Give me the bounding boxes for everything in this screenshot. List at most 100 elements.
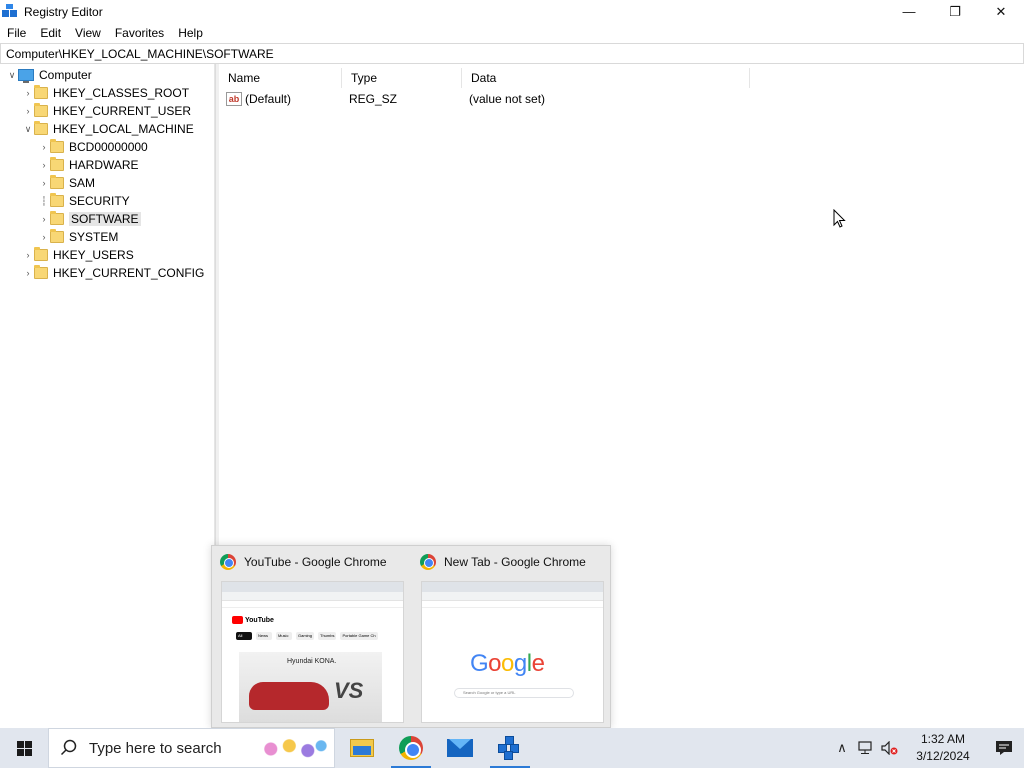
tree-item-hkey-classes-root[interactable]: › HKEY_CLASSES_ROOT <box>22 84 189 102</box>
thumbnail-youtube[interactable]: YouTube - Google Chrome YouTube All News… <box>212 546 412 729</box>
folder-icon <box>50 193 64 207</box>
folder-icon <box>50 229 64 243</box>
tree-item-hkey-current-config[interactable]: › HKEY_CURRENT_CONFIG <box>22 264 204 282</box>
registry-tree: ∨ Computer › HKEY_CLASSES_ROOT › HKEY_CU… <box>0 64 215 728</box>
chip: Thumbs <box>318 632 337 640</box>
title-bar: Registry Editor — ❐ ✕ <box>0 0 1024 23</box>
chip: Gaming <box>296 632 315 640</box>
tree-item-hkey-local-machine[interactable]: ∨ HKEY_LOCAL_MACHINE <box>22 120 194 138</box>
search-icon <box>49 739 89 757</box>
tree-item-hkey-current-user[interactable]: › HKEY_CURRENT_USER <box>22 102 191 120</box>
thumbnail-screenshot: Google Search Google or type a URL <box>421 581 604 723</box>
thumbnail-title: New Tab - Google Chrome <box>444 555 586 569</box>
tree-item-label: HKEY_LOCAL_MACHINE <box>53 122 194 136</box>
column-header-data[interactable]: Data <box>462 68 750 88</box>
window-title: Registry Editor <box>24 4 103 19</box>
menu-favorites[interactable]: Favorites <box>108 26 171 40</box>
taskbar-file-explorer[interactable] <box>338 728 386 768</box>
folder-icon <box>34 121 48 135</box>
column-header-name[interactable]: Name <box>219 68 342 88</box>
folder-icon <box>50 175 64 189</box>
tree-item-label: SECURITY <box>69 194 130 208</box>
chevron-right-icon[interactable]: › <box>38 228 50 246</box>
chevron-right-icon[interactable]: › <box>22 264 34 282</box>
menu-help[interactable]: Help <box>171 26 210 40</box>
chevron-right-icon[interactable]: › <box>22 246 34 264</box>
notification-icon[interactable] <box>984 728 1024 768</box>
clock-time: 1:32 AM <box>920 732 966 746</box>
tree-item-label: HKEY_CURRENT_CONFIG <box>53 266 205 280</box>
thumbnail-new-tab[interactable]: New Tab - Google Chrome Google Search Go… <box>412 546 612 729</box>
youtube-logo: YouTube <box>232 616 274 624</box>
tree-item-label-selected: SOFTWARE <box>69 212 141 226</box>
chevron-right-icon[interactable]: › <box>38 210 50 228</box>
folder-icon <box>50 211 64 225</box>
menu-view[interactable]: View <box>68 26 108 40</box>
chip: News <box>256 632 272 640</box>
address-bar[interactable]: Computer\HKEY_LOCAL_MACHINE\SOFTWARE <box>0 43 1024 64</box>
ad-banner: Hyundai KONA. VS <box>239 652 382 722</box>
registry-editor-icon <box>498 736 522 760</box>
clock-date: 3/12/2024 <box>916 749 970 763</box>
value-row-default[interactable]: ab (Default) REG_SZ (value not set) <box>226 90 746 108</box>
string-value-icon: ab <box>226 92 242 106</box>
tree-item-label: HKEY_CURRENT_USER <box>53 104 192 118</box>
taskbar-registry-editor[interactable] <box>486 728 534 768</box>
computer-icon <box>18 69 34 83</box>
menu-edit[interactable]: Edit <box>33 26 68 40</box>
tree-item-label: SAM <box>69 176 96 190</box>
system-tray: ∧ 1:32 AM 3/12/2024 <box>830 728 1024 768</box>
volume-muted-icon[interactable] <box>878 728 902 768</box>
taskbar-mail[interactable] <box>436 728 484 768</box>
tree-item-hkey-users[interactable]: › HKEY_USERS <box>22 246 134 264</box>
network-icon[interactable] <box>854 728 878 768</box>
tree-item-system[interactable]: › SYSTEM <box>38 228 118 246</box>
chevron-right-icon[interactable]: › <box>38 174 50 192</box>
search-highlight-flowers-icon <box>256 733 330 765</box>
menu-file[interactable]: File <box>0 26 33 40</box>
chevron-up-icon[interactable]: ∧ <box>830 728 854 768</box>
value-name: (Default) <box>245 92 292 106</box>
start-button[interactable] <box>0 728 48 768</box>
tree-item-bcd[interactable]: › BCD00000000 <box>38 138 148 156</box>
folder-icon <box>34 247 48 261</box>
tree-item-security[interactable]: ┆ SECURITY <box>38 192 130 210</box>
folder-icon <box>34 85 48 99</box>
folder-icon <box>50 139 64 153</box>
taskbar-chrome[interactable] <box>387 728 435 768</box>
chevron-right-icon[interactable]: › <box>22 84 34 102</box>
tree-item-sam[interactable]: › SAM <box>38 174 95 192</box>
taskbar-clock[interactable]: 1:32 AM 3/12/2024 <box>902 731 984 765</box>
tree-item-label: HKEY_CLASSES_ROOT <box>53 86 190 100</box>
tree-item-label: BCD00000000 <box>69 140 148 154</box>
folder-icon <box>34 103 48 117</box>
taskbar: Type here to search ∧ 1:32 AM 3/12/2024 <box>0 728 1024 768</box>
tree-item-label: HARDWARE <box>69 158 139 172</box>
chevron-down-icon[interactable]: ∨ <box>22 120 34 138</box>
tree-item-computer[interactable]: ∨ Computer <box>6 66 92 84</box>
chevron-down-icon[interactable]: ∨ <box>6 66 18 84</box>
taskbar-search-box[interactable]: Type here to search <box>48 728 335 768</box>
registry-editor-icon <box>2 3 18 20</box>
tree-item-software[interactable]: › SOFTWARE <box>38 210 141 228</box>
close-button[interactable]: ✕ <box>978 0 1024 23</box>
chip: All <box>236 632 252 640</box>
minimize-button[interactable]: — <box>886 0 932 23</box>
tree-item-label: Computer <box>39 68 92 82</box>
chrome-icon <box>420 554 436 570</box>
folder-icon <box>50 157 64 171</box>
windows-logo-icon <box>16 740 32 756</box>
value-data: (value not set) <box>469 92 546 106</box>
chevron-right-icon[interactable]: › <box>38 138 50 156</box>
mouse-cursor-icon <box>833 209 846 228</box>
restore-button[interactable]: ❐ <box>932 0 978 23</box>
menu-bar: File Edit View Favorites Help <box>0 23 1024 43</box>
value-type: REG_SZ <box>349 92 398 106</box>
chevron-right-icon[interactable]: › <box>38 156 50 174</box>
tree-item-hardware[interactable]: › HARDWARE <box>38 156 139 174</box>
chrome-icon <box>220 554 236 570</box>
chevron-right-icon[interactable]: › <box>22 102 34 120</box>
column-header-type[interactable]: Type <box>342 68 462 88</box>
chip: Music <box>276 632 292 640</box>
taskbar-thumbnail-preview: YouTube - Google Chrome YouTube All News… <box>211 545 611 728</box>
